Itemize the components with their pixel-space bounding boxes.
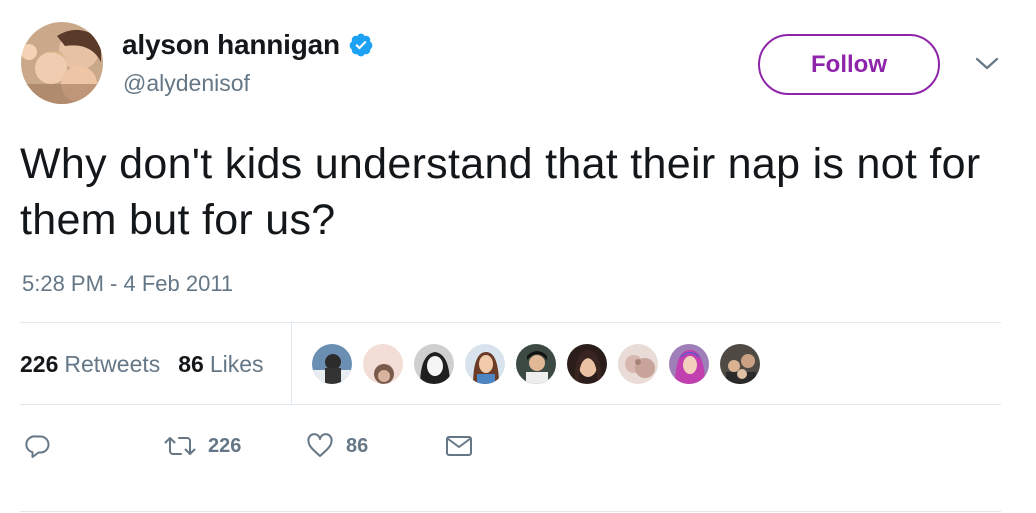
liker-avatar-3[interactable]: [413, 343, 455, 385]
follow-button[interactable]: Follow: [758, 34, 940, 95]
retweets-label: Retweets: [64, 350, 161, 377]
liker-avatar-6[interactable]: [566, 343, 608, 385]
tweet-timestamp[interactable]: 5:28 PM - 4 Feb 2011: [22, 271, 233, 297]
heart-icon: [306, 432, 334, 460]
like-count: 86: [346, 434, 369, 457]
profile-avatar[interactable]: [21, 22, 103, 104]
retweet-count: 226: [208, 434, 242, 457]
envelope-icon: [444, 432, 474, 460]
tweet-text: Why don't kids understand that their nap…: [20, 140, 981, 244]
verified-badge-icon: [348, 32, 374, 58]
liker-avatar-4[interactable]: [464, 343, 506, 385]
tweet-stats: 226 Retweets 86 Likes: [20, 323, 1001, 405]
liker-avatar-9[interactable]: [719, 343, 761, 385]
stats-separator: [291, 323, 292, 405]
liker-avatar-7[interactable]: [617, 343, 659, 385]
retweets-stat[interactable]: 226 Retweets: [20, 351, 160, 378]
likes-label: Likes: [209, 350, 264, 377]
user-handle[interactable]: @alydenisof: [123, 70, 250, 97]
like-button[interactable]: 86: [306, 428, 368, 464]
retweets-count: 226: [20, 350, 59, 377]
display-name[interactable]: alyson hannigan: [122, 29, 340, 61]
divider: [20, 511, 1001, 512]
retweet-button[interactable]: 226: [164, 428, 241, 464]
likes-stat[interactable]: 86 Likes: [178, 351, 263, 378]
liker-avatar-2[interactable]: [362, 343, 404, 385]
reply-icon: [24, 432, 52, 460]
chevron-down-icon[interactable]: [974, 55, 1000, 73]
tweet-actions: 226 86: [20, 428, 620, 464]
liker-avatars: [311, 343, 770, 385]
liker-avatar-8[interactable]: [668, 343, 710, 385]
liker-avatar-5[interactable]: [515, 343, 557, 385]
divider: [20, 404, 1001, 405]
reply-button[interactable]: [24, 428, 52, 464]
liker-avatar-1[interactable]: [311, 343, 353, 385]
retweet-icon: [164, 432, 196, 460]
direct-message-button[interactable]: [444, 428, 474, 464]
likes-count: 86: [178, 350, 204, 377]
